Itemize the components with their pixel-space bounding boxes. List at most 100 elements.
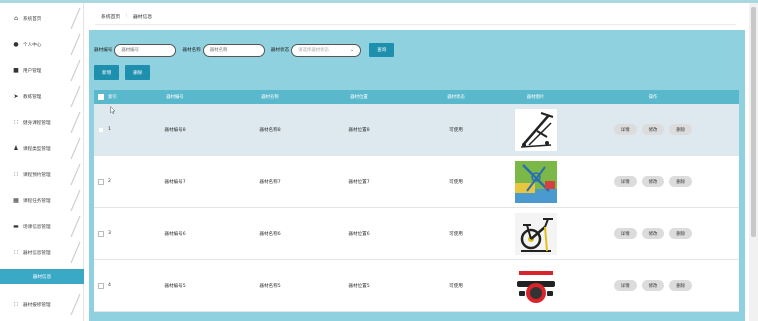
row-index: 4 [108, 283, 111, 288]
sidebar-item-course-tasks[interactable]: ▦ 课程任务管理 [0, 189, 84, 212]
row-status: 可使用 [449, 283, 463, 289]
detail-button[interactable]: 详情 [613, 124, 637, 135]
row-checkbox[interactable] [98, 126, 104, 133]
edit-button[interactable]: 修改 [641, 124, 665, 135]
divider-slash-icon [70, 137, 81, 160]
row-name: 器材名称8 [259, 127, 281, 133]
name-label: 器材名称 [182, 48, 201, 53]
row-index: 2 [108, 179, 111, 184]
sidebar-item-home[interactable]: ⌂ 系统首页 [0, 7, 84, 30]
row-checkbox[interactable] [98, 282, 104, 289]
row-code: 器材编号6 [164, 231, 186, 237]
send-icon: ➤ [13, 93, 19, 100]
status-label: 器材状态 [270, 48, 290, 53]
row-index: 3 [108, 231, 111, 236]
ab-roller-frame-image [514, 108, 557, 151]
row-name: 器材名称6 [259, 231, 281, 237]
divider-slash-icon [70, 215, 81, 238]
divider-slash-icon [70, 241, 81, 264]
edit-button[interactable]: 修改 [641, 228, 665, 239]
row-name: 器材名称5 [259, 283, 281, 289]
sidebar-item-equipment-management[interactable]: ∷ 器材信息管理 [0, 241, 84, 264]
row-delete-button[interactable]: 删除 [669, 280, 693, 291]
comment-icon: ▬ [13, 223, 19, 230]
sidebar-item-course-booking[interactable]: ∷ 课程预约管理 [0, 163, 84, 186]
row-delete-button[interactable]: 删除 [669, 176, 693, 187]
sidebar-item-profile[interactable]: ● 个人中心 [0, 33, 84, 56]
header-status: 器材状态 [447, 95, 465, 100]
header-ops: 操作 [648, 95, 658, 100]
breadcrumb-separator: ⋮ [124, 14, 129, 19]
sidebar-item-coaches[interactable]: ➤ 教练管理 [0, 85, 84, 108]
scrollbar-thumb[interactable] [751, 7, 756, 237]
divider-slash-icon [70, 33, 81, 56]
outdoor-equipment-image [514, 160, 557, 203]
person-icon: ♟ [13, 145, 19, 152]
sidebar-item-course-types[interactable]: ♟ 课程类型管理 [0, 137, 84, 160]
vertical-scrollbar[interactable] [749, 3, 758, 321]
table-row[interactable]: 3 器材编号6 器材名称6 器材位置6 可使用 详情 修改 删除 [94, 208, 739, 260]
sidebar-item-label: 课程类型管理 [23, 146, 51, 152]
detail-button[interactable]: 详情 [613, 176, 637, 187]
name-search-input[interactable] [202, 43, 265, 57]
table-icon: ▦ [13, 197, 19, 204]
ab-wheel-image [514, 264, 557, 307]
grid-icon: ∷ [14, 119, 18, 126]
row-delete-button[interactable]: 删除 [669, 124, 693, 135]
delete-button[interactable]: 删除 [125, 65, 151, 80]
sidebar-item-equipment-info[interactable]: 器材信息 [0, 269, 84, 284]
users-icon: ■ [13, 67, 19, 74]
sidebar-item-session-info[interactable]: ▬ 场课信息管理 [0, 215, 84, 238]
divider-slash-icon [70, 85, 81, 108]
header-picture: 器材图片 [526, 95, 545, 100]
divider-slash-icon [70, 111, 81, 134]
breadcrumb-home[interactable]: 系统首页 [101, 13, 120, 20]
sidebar: ⌂ 系统首页 ● 个人中心 ■ 用户管理 ➤ 教练管理 ∷ 健身课程管理 ♟ 课… [0, 3, 84, 321]
sidebar-item-fitness-courses[interactable]: ∷ 健身课程管理 [0, 111, 84, 134]
content-panel: 器材编号 器材名称 器材状态 请选择器材状态 ⌄ 查询 新增 删除 索引 器材编… [89, 30, 745, 321]
sidebar-item-label: 用户管理 [23, 68, 42, 74]
sidebar-item-label: 课程预约管理 [23, 172, 51, 178]
sidebar-item-equipment-repair[interactable]: ∷ 器材报修管理 [0, 293, 84, 316]
select-all-checkbox[interactable] [98, 94, 104, 100]
table-row[interactable]: 1 器材编号8 器材名称8 器材位置8 可使用 详情 修改 删除 [94, 104, 739, 156]
row-code: 器材编号7 [164, 179, 186, 185]
equipment-table: 索引 器材编号 器材名称 器材位置 器材状态 器材图片 操作 1 器材编号8 器… [94, 90, 739, 312]
grid-icon: ∷ [14, 249, 18, 256]
detail-button[interactable]: 详情 [613, 280, 637, 291]
table-row[interactable]: 2 器材编号7 器材名称7 器材位置7 可使用 详情 修改 删除 [94, 156, 739, 208]
action-bar: 新增 删除 [94, 65, 151, 80]
divider-slash-icon [70, 163, 81, 186]
sidebar-item-label: 课程任务管理 [23, 198, 51, 204]
chevron-down-icon: ⌄ [349, 47, 355, 53]
table-row[interactable]: 4 器材编号5 器材名称5 器材位置5 可使用 详情 修改 删除 [94, 260, 739, 312]
sidebar-item-users[interactable]: ■ 用户管理 [0, 59, 84, 82]
edit-button[interactable]: 修改 [641, 280, 665, 291]
row-checkbox[interactable] [98, 178, 104, 185]
row-delete-button[interactable]: 删除 [669, 228, 693, 239]
header-location: 器材位置 [350, 95, 368, 100]
query-button[interactable]: 查询 [369, 43, 395, 57]
row-name: 器材名称7 [259, 179, 281, 185]
header-index: 索引 [108, 95, 117, 100]
row-checkbox[interactable] [98, 230, 104, 237]
search-bar: 器材编号 器材名称 器材状态 请选择器材状态 ⌄ 查询 [94, 42, 395, 58]
sidebar-item-label: 器材报修管理 [23, 302, 51, 308]
status-select[interactable]: 请选择器材状态 ⌄ [291, 43, 362, 57]
detail-button[interactable]: 详情 [613, 228, 637, 239]
row-status: 可使用 [449, 127, 463, 133]
sidebar-item-label: 器材信息 [32, 274, 52, 280]
edit-button[interactable]: 修改 [641, 176, 665, 187]
mouse-cursor-icon [110, 106, 116, 114]
divider-slash-icon [70, 7, 81, 30]
sidebar-item-label: 个人中心 [23, 42, 42, 48]
row-status: 可使用 [449, 179, 463, 185]
breadcrumb-current: 器材信息 [133, 15, 153, 20]
code-search-input[interactable] [114, 43, 177, 57]
add-button[interactable]: 新增 [94, 65, 120, 80]
row-location: 器材位置5 [348, 283, 370, 289]
grid-icon: ∷ [14, 171, 18, 178]
row-status: 可使用 [449, 231, 463, 237]
row-index: 1 [108, 127, 111, 132]
divider-slash-icon [70, 189, 81, 212]
